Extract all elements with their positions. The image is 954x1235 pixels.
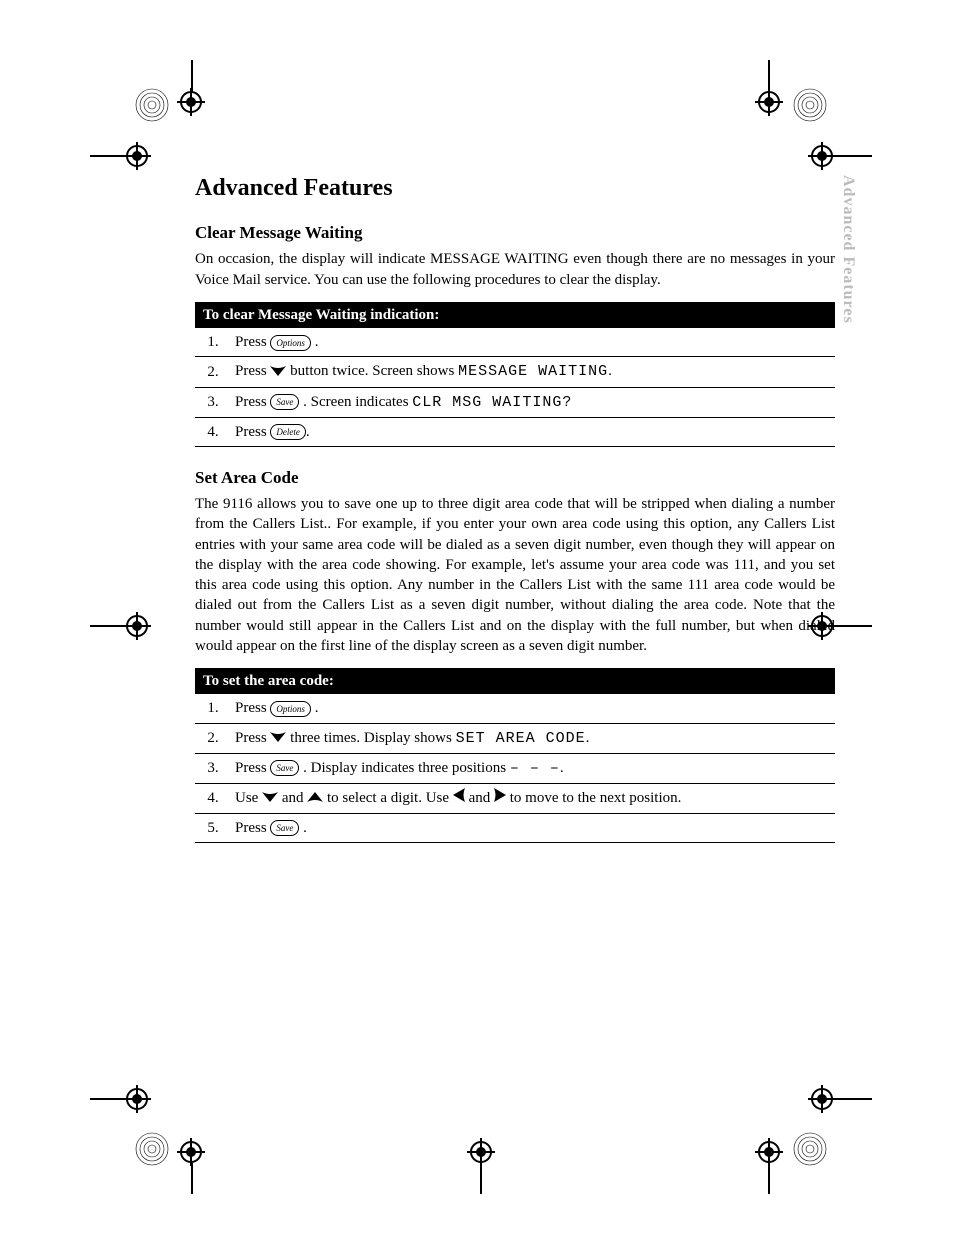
step-row: 4. Use and to select a digit. Use and to… <box>195 784 835 814</box>
crop-bar <box>191 1162 193 1194</box>
reg-cross-icon <box>808 1085 836 1113</box>
heading-clear-message: Clear Message Waiting <box>195 222 835 245</box>
step-num: 1. <box>195 328 231 357</box>
crop-bar <box>836 625 872 627</box>
step-row: 3. Press Save . Display indicates three … <box>195 753 835 783</box>
crop-bar <box>768 60 770 92</box>
step-num: 4. <box>195 417 231 446</box>
reg-cross-icon <box>177 88 205 116</box>
lcd-text: SET AREA CODE <box>456 730 586 747</box>
lcd-text: CLR MSG WAITING? <box>412 394 572 411</box>
reg-ornament-icon <box>793 88 827 122</box>
step-text: Press Save . <box>231 813 835 842</box>
reg-cross-icon <box>123 1085 151 1113</box>
step-row: 4. Press Delete. <box>195 417 835 446</box>
steps-clear-message: 1. Press Options . 2. Press button twice… <box>195 328 835 447</box>
step-text: Press button twice. Screen shows MESSAGE… <box>231 357 835 387</box>
down-arrow-icon <box>262 788 278 808</box>
para-clear-message: On occasion, the display will indicate M… <box>195 249 835 290</box>
step-num: 3. <box>195 753 231 783</box>
step-num: 2. <box>195 357 231 387</box>
crop-bar <box>768 1162 770 1194</box>
reg-cross-icon <box>755 88 783 116</box>
banner-set-area-code: To set the area code: <box>195 668 835 694</box>
page-title: Advanced Features <box>195 172 835 204</box>
step-text: Press Options . <box>231 694 835 723</box>
save-key-icon: Save <box>270 820 299 836</box>
reg-ornament-icon <box>135 1132 169 1166</box>
step-num: 4. <box>195 784 231 814</box>
down-arrow-icon <box>270 362 286 382</box>
save-key-icon: Save <box>270 760 299 776</box>
lcd-text: MESSAGE WAITING <box>458 363 608 380</box>
down-arrow-icon <box>270 728 286 748</box>
options-key-icon: Options <box>270 701 311 717</box>
reg-cross-icon <box>123 142 151 170</box>
save-key-icon: Save <box>270 394 299 410</box>
step-text: Press Save . Display indicates three pos… <box>231 753 835 783</box>
step-row: 2. Press three times. Display shows SET … <box>195 723 835 753</box>
left-arrow-icon <box>453 788 465 808</box>
step-text: Press Save . Screen indicates CLR MSG WA… <box>231 387 835 417</box>
reg-ornament-icon <box>793 1132 827 1166</box>
step-row: 2. Press button twice. Screen shows MESS… <box>195 357 835 387</box>
banner-clear-message: To clear Message Waiting indication: <box>195 302 835 328</box>
step-text: Press three times. Display shows SET ARE… <box>231 723 835 753</box>
steps-set-area-code: 1. Press Options . 2. Press three times.… <box>195 694 835 843</box>
reg-cross-icon <box>123 612 151 640</box>
lcd-text: – – – <box>510 760 560 777</box>
thumb-index: Advanced Features <box>837 175 859 324</box>
right-arrow-icon <box>494 788 506 808</box>
reg-ornament-icon <box>135 88 169 122</box>
step-text: Press Delete. <box>231 417 835 446</box>
heading-set-area-code: Set Area Code <box>195 467 835 490</box>
step-row: 1. Press Options . <box>195 328 835 357</box>
options-key-icon: Options <box>270 335 311 351</box>
crop-bar <box>836 1098 872 1100</box>
crop-bar <box>90 1098 126 1100</box>
crop-bar <box>480 1162 482 1194</box>
reg-cross-icon <box>808 142 836 170</box>
crop-bar <box>90 155 126 157</box>
crop-bar <box>836 155 872 157</box>
crop-bar <box>90 625 126 627</box>
up-arrow-icon <box>307 788 323 808</box>
step-row: 3. Press Save . Screen indicates CLR MSG… <box>195 387 835 417</box>
step-row: 5. Press Save . <box>195 813 835 842</box>
crop-bar <box>191 60 193 92</box>
page: Advanced Features Advanced Features Clea… <box>0 0 954 1235</box>
content-area: Advanced Features Clear Message Waiting … <box>195 172 835 843</box>
delete-key-icon: Delete <box>270 424 305 440</box>
step-text: Press Options . <box>231 328 835 357</box>
step-num: 1. <box>195 694 231 723</box>
step-text: Use and to select a digit. Use and to mo… <box>231 784 835 814</box>
para-set-area-code: The 9116 allows you to save one up to th… <box>195 494 835 656</box>
step-num: 3. <box>195 387 231 417</box>
step-row: 1. Press Options . <box>195 694 835 723</box>
step-num: 2. <box>195 723 231 753</box>
step-num: 5. <box>195 813 231 842</box>
